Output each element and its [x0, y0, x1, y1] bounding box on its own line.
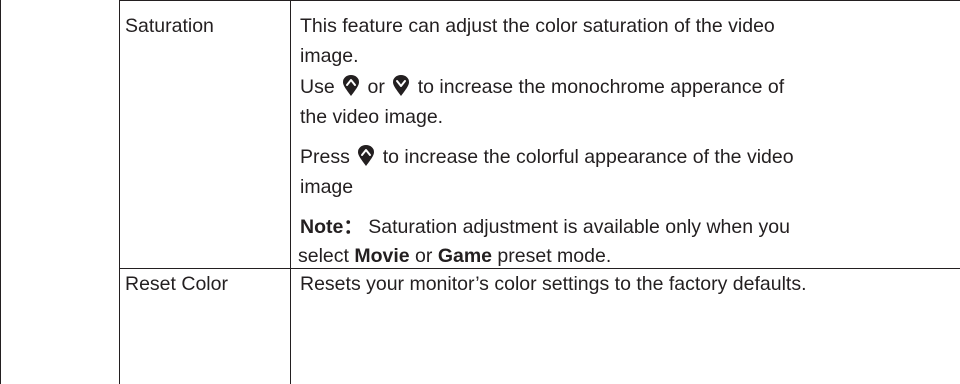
note-label: Note： [300, 216, 363, 238]
saturation-use-line: Use or to increase the monochrome appera… [300, 75, 784, 99]
settings-table: Saturation This feature can adjust the c… [0, 0, 960, 384]
reset-color-desc: Resets your monitor’s color settings to … [300, 273, 807, 295]
saturation-desc-line: This feature can adjust the color satura… [300, 15, 775, 37]
note-text: Saturation adjustment is available only … [368, 216, 790, 238]
game-mode-label: Game [437, 245, 493, 267]
up-arrow-button-icon [343, 75, 360, 96]
saturation-press-post: to increase the colorful appearance of t… [382, 146, 794, 168]
saturation-press-pre: Press [300, 146, 350, 168]
saturation-note-line: select Movie or Game preset mode. [298, 244, 611, 268]
saturation-press-line: Press to increase the colorful appearanc… [300, 145, 794, 169]
row-divider [119, 268, 960, 269]
down-arrow-button-icon [393, 75, 410, 96]
row-label-reset-color: Reset Color [125, 273, 228, 295]
saturation-desc-line: the video image. [300, 106, 444, 128]
saturation-use-pre: Use [300, 76, 335, 98]
row-label-saturation: Saturation [125, 15, 214, 37]
column-divider [290, 0, 291, 384]
note-text: select [298, 245, 355, 267]
note-text: or [409, 245, 438, 267]
saturation-use-post: to increase the monochrome apperance of [417, 76, 785, 98]
note-text: preset mode. [492, 245, 612, 267]
movie-mode-label: Movie [354, 245, 410, 267]
saturation-use-mid: or [367, 76, 385, 98]
saturation-desc-line: image [300, 176, 354, 198]
column-divider [119, 0, 120, 384]
saturation-note-line: Note： Saturation adjustment is available… [300, 215, 790, 239]
saturation-desc-line: image. [300, 45, 359, 67]
up-arrow-button-icon [358, 145, 375, 166]
row-divider [119, 0, 960, 1]
